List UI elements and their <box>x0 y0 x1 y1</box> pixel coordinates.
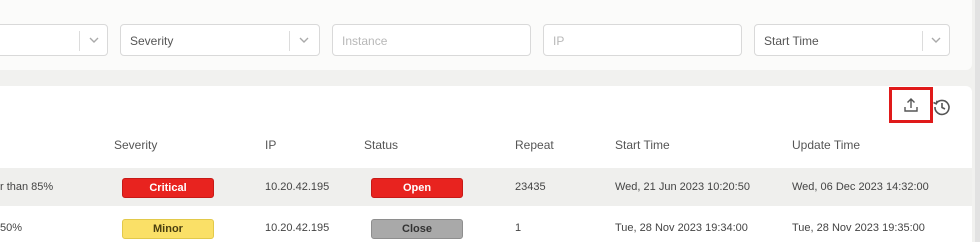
column-header-ip[interactable]: IP <box>265 138 276 152</box>
history-icon <box>933 99 950 116</box>
upload-icon <box>904 98 918 112</box>
description-cell: r than 85% <box>0 181 54 193</box>
start-time-select[interactable]: Start Time <box>754 24 950 56</box>
divider <box>79 31 80 51</box>
chevron-down-icon[interactable] <box>87 33 101 47</box>
description-cell: 50% <box>0 222 23 234</box>
divider <box>289 31 290 51</box>
severity-select-label: Severity <box>130 34 174 48</box>
table-row[interactable]: 50% Minor 10.20.42.195 Close 1 Tue, 28 N… <box>0 209 972 242</box>
column-header-status[interactable]: Status <box>364 138 398 152</box>
severity-badge: Critical <box>122 178 214 198</box>
ip-cell: 10.20.42.195 <box>265 181 330 193</box>
filter-panel: Severity Instance IP Start Time <box>0 0 972 70</box>
filter-select-1[interactable] <box>0 24 108 56</box>
update-time-cell: Tue, 28 Nov 2023 19:35:00 <box>792 222 925 234</box>
status-badge: Open <box>371 178 463 198</box>
start-time-select-label: Start Time <box>764 34 819 48</box>
severity-badge: Minor <box>122 219 214 239</box>
column-header-repeat[interactable]: Repeat <box>515 138 554 152</box>
table-row[interactable]: r than 85% Critical 10.20.42.195 Open 23… <box>0 168 972 206</box>
column-header-update-time[interactable]: Update Time <box>792 138 860 152</box>
severity-select[interactable]: Severity <box>120 24 320 56</box>
ip-cell: 10.20.42.195 <box>265 222 330 234</box>
instance-input-placeholder: Instance <box>342 34 388 48</box>
divider <box>922 31 923 51</box>
ip-input[interactable]: IP <box>543 24 742 56</box>
export-button[interactable] <box>889 87 933 123</box>
start-time-cell: Wed, 21 Jun 2023 10:20:50 <box>615 181 750 193</box>
repeat-cell: 1 <box>515 222 522 234</box>
chevron-down-icon[interactable] <box>929 33 943 47</box>
history-button[interactable] <box>931 96 953 118</box>
column-header-severity[interactable]: Severity <box>114 138 157 152</box>
chevron-down-icon[interactable] <box>297 33 311 47</box>
instance-input[interactable]: Instance <box>332 24 531 56</box>
status-badge: Close <box>371 219 463 239</box>
alerts-table-card: Severity IP Status Repeat Start Time Upd… <box>0 86 972 242</box>
column-header-start-time[interactable]: Start Time <box>615 138 670 152</box>
ip-input-placeholder: IP <box>553 34 565 48</box>
repeat-cell: 23435 <box>515 181 546 193</box>
update-time-cell: Wed, 06 Dec 2023 14:32:00 <box>792 181 929 193</box>
start-time-cell: Tue, 28 Nov 2023 19:34:00 <box>615 222 748 234</box>
vertical-scrollbar[interactable] <box>975 0 980 242</box>
